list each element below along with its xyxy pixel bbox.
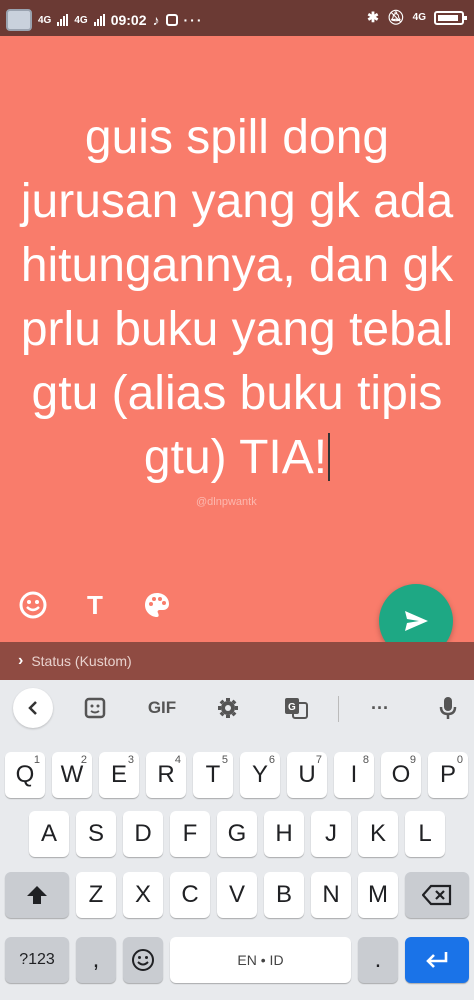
gif-button[interactable]: GIF: [142, 692, 182, 724]
clock: 09:02: [110, 12, 147, 28]
key-label: E: [110, 761, 127, 788]
emoji-key[interactable]: [123, 937, 163, 983]
key-x[interactable]: X: [123, 872, 163, 918]
status-text-input[interactable]: guis spill dong jurusan yang gk ada hitu…: [10, 106, 464, 490]
sticker-icon[interactable]: [80, 692, 110, 724]
text-tool-icon[interactable]: T: [78, 588, 112, 622]
key-hint: 6: [268, 754, 275, 766]
key-hint: 9: [409, 754, 416, 766]
key-h[interactable]: H: [264, 811, 304, 857]
key-hint: 5: [221, 754, 228, 766]
text-caret: [328, 433, 331, 481]
svg-text:G: G: [288, 702, 296, 713]
key-label: T: [205, 761, 221, 788]
key-u[interactable]: U7: [287, 752, 327, 798]
key-c[interactable]: C: [170, 872, 210, 918]
key-hint: 8: [362, 754, 369, 766]
key-l[interactable]: L: [405, 811, 445, 857]
key-f[interactable]: F: [170, 811, 210, 857]
key-label: Q: [15, 761, 35, 788]
keyboard-toolbar: GIF G ···: [0, 680, 474, 736]
more-options-button[interactable]: ···: [363, 692, 397, 724]
network-type-right: 4G: [412, 12, 426, 23]
key-t[interactable]: T5: [193, 752, 233, 798]
keyboard: GIF G ··· Q1 W2 E3 R4 T5 Y6 U7 I8 O9 P0 …: [0, 680, 474, 1000]
chevron-left-icon: [28, 701, 37, 715]
key-p[interactable]: P0: [428, 752, 468, 798]
key-i[interactable]: I8: [334, 752, 374, 798]
battery-icon: [434, 10, 467, 25]
send-icon: [405, 611, 428, 631]
status-text: guis spill dong jurusan yang gk ada hitu…: [20, 111, 454, 484]
key-hint: 1: [33, 754, 40, 766]
comma-key[interactable]: ,: [76, 937, 116, 983]
signal-1-icon: [57, 14, 69, 26]
key-label: U: [298, 761, 316, 788]
settings-gear-icon[interactable]: [213, 692, 243, 724]
status-audience-selector[interactable]: › Status (Kustom): [0, 642, 474, 680]
key-a[interactable]: A: [29, 811, 69, 857]
key-hint: 2: [80, 754, 87, 766]
app-notification-icon: [6, 9, 32, 31]
do-not-disturb-icon: 🔕︎: [386, 9, 405, 25]
key-o[interactable]: O9: [381, 752, 421, 798]
key-label: I: [350, 761, 358, 788]
backspace-icon: [422, 884, 452, 906]
instagram-icon: [165, 14, 178, 26]
key-label: R: [157, 761, 175, 788]
key-hint: 3: [127, 754, 134, 766]
key-k[interactable]: K: [358, 811, 398, 857]
key-y[interactable]: Y6: [240, 752, 280, 798]
key-label: Y: [251, 761, 268, 788]
key-hint: 4: [174, 754, 181, 766]
keyboard-back-button[interactable]: [13, 688, 53, 728]
key-m[interactable]: M: [358, 872, 398, 918]
chevron-right-icon: ›: [18, 652, 24, 669]
space-bar[interactable]: EN • ID: [170, 937, 351, 983]
signal-2-icon: [93, 14, 105, 26]
translate-icon[interactable]: G: [281, 692, 311, 724]
key-hint: 0: [456, 754, 463, 766]
backspace-key[interactable]: [405, 872, 469, 918]
key-z[interactable]: Z: [76, 872, 116, 918]
key-b[interactable]: B: [264, 872, 304, 918]
network-type-2: 4G: [74, 14, 88, 26]
bluetooth-icon: ✱: [367, 9, 379, 25]
key-s[interactable]: S: [76, 811, 116, 857]
key-label: O: [391, 761, 411, 788]
enter-key[interactable]: [405, 937, 469, 983]
key-label: P: [439, 761, 456, 788]
key-q[interactable]: Q1: [5, 752, 45, 798]
status-editor-canvas[interactable]: guis spill dong jurusan yang gk ada hitu…: [0, 36, 474, 658]
watermark: @dlnpwantk: [196, 496, 257, 508]
key-n[interactable]: N: [311, 872, 351, 918]
key-g[interactable]: G: [217, 811, 257, 857]
key-v[interactable]: V: [217, 872, 257, 918]
shift-key[interactable]: [5, 872, 69, 918]
period-key[interactable]: .: [358, 937, 398, 983]
key-w[interactable]: W2: [52, 752, 92, 798]
key-d[interactable]: D: [123, 811, 163, 857]
tiktok-icon: ♪: [152, 12, 160, 28]
network-type-1: 4G: [38, 14, 52, 26]
emoji-icon: [132, 949, 154, 971]
audience-label: Status (Kustom): [31, 653, 132, 669]
palette-icon[interactable]: [140, 588, 174, 622]
emoji-icon[interactable]: [16, 588, 50, 622]
enter-icon: [426, 952, 448, 968]
toolbar-divider: [338, 696, 339, 722]
microphone-icon[interactable]: [434, 692, 462, 724]
symbols-key[interactable]: ?123: [5, 937, 69, 983]
key-j[interactable]: J: [311, 811, 351, 857]
status-bar: 4G 4G 09:02 ♪ ··· ✱ 🔕︎ 4G: [0, 0, 474, 36]
shift-icon: [27, 886, 47, 904]
key-e[interactable]: E3: [99, 752, 139, 798]
key-r[interactable]: R4: [146, 752, 186, 798]
key-hint: 7: [315, 754, 322, 766]
more-notifications: ···: [183, 12, 204, 28]
